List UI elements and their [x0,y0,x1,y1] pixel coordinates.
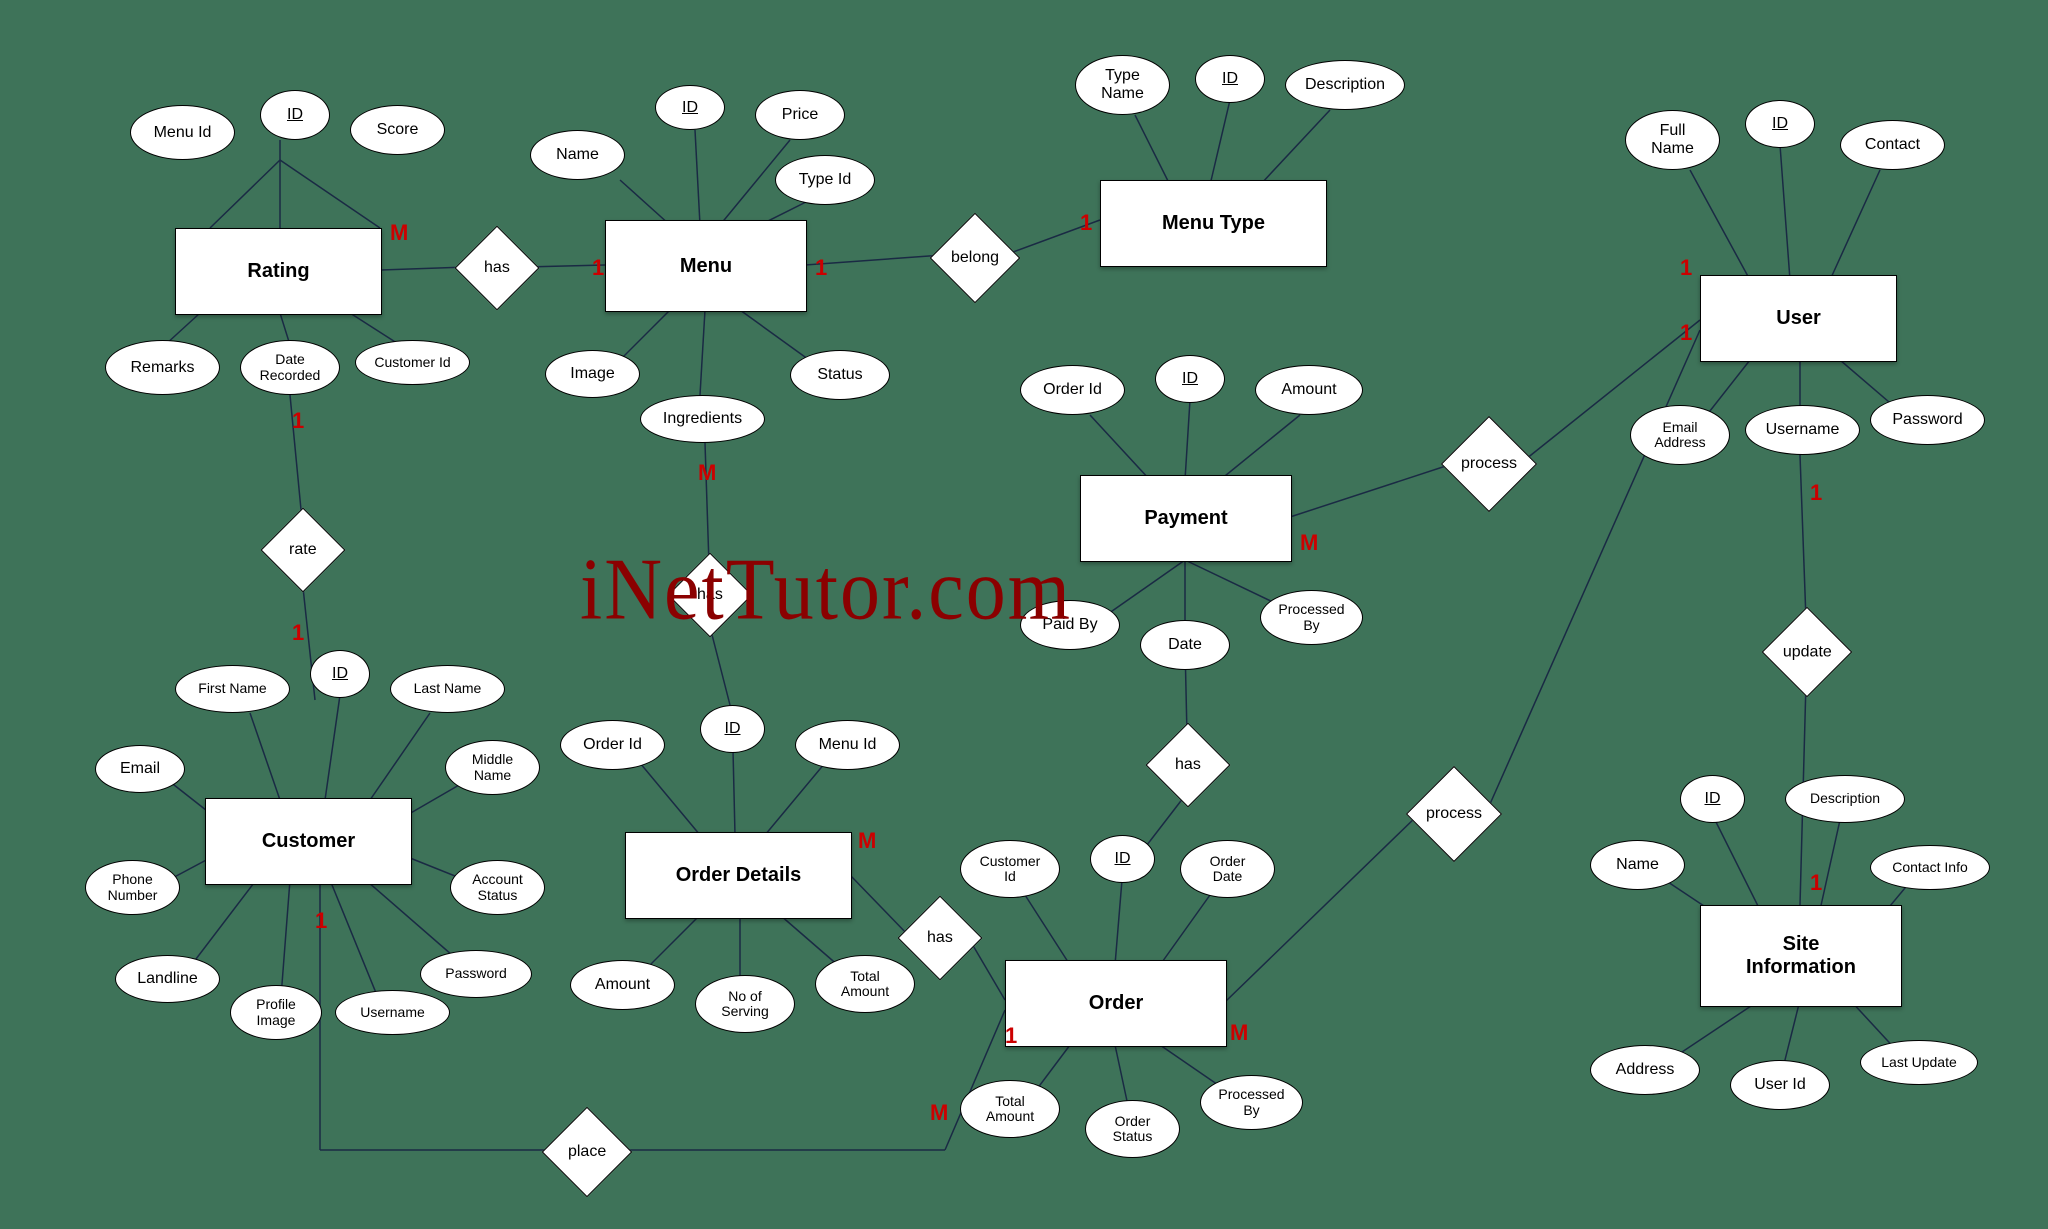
attr-order-1: ID [1090,835,1155,883]
entity-rating: Rating [175,228,382,315]
cardinality-5: 1 [292,620,304,646]
cardinality-4: 1 [292,408,304,434]
attr-menu-4: Image [545,350,640,398]
attr-rating-1: ID [260,90,330,140]
attr-orderdetails-5: TotalAmount [815,955,915,1013]
cardinality-12: 1 [315,908,327,934]
cardinality-15: M [1230,1020,1248,1046]
attr-payment-4: Date [1140,620,1230,670]
attr-orderdetails-1: ID [700,705,765,753]
attr-rating-3: Remarks [105,340,220,395]
attr-payment-0: Order Id [1020,365,1125,415]
attr-menu-0: Name [530,130,625,180]
attr-payment-2: Amount [1255,365,1363,415]
attr-user-1: ID [1745,100,1815,148]
attr-orderdetails-4: No ofServing [695,975,795,1033]
entity-payment: Payment [1080,475,1292,562]
attr-siteinfo-0: ID [1680,775,1745,823]
attr-rating-2: Score [350,105,445,155]
attr-menu-3: Type Id [775,155,875,205]
cardinality-11: 1 [1810,870,1822,896]
attr-orderdetails-0: Order Id [560,720,665,770]
attr-order-2: OrderDate [1180,840,1275,898]
attr-menutype-1: ID [1195,55,1265,103]
cardinality-16: M [930,1100,948,1126]
cardinality-2: 1 [815,255,827,281]
watermark: iNetTutor.com [580,540,1072,640]
entity-siteinfo: Site Information [1700,905,1902,1007]
attr-user-2: Contact [1840,120,1945,170]
attr-payment-1: ID [1155,355,1225,403]
attr-customer-0: First Name [175,665,290,713]
entity-menutype: Menu Type [1100,180,1327,267]
cardinality-14: 1 [1005,1023,1017,1049]
attr-menu-2: Price [755,90,845,140]
entity-menu: Menu [605,220,807,312]
attr-order-4: OrderStatus [1085,1100,1180,1158]
attr-customer-3: Email [95,745,185,793]
cardinality-1: 1 [592,255,604,281]
entity-orderdetails: Order Details [625,832,852,919]
attr-menutype-0: TypeName [1075,55,1170,115]
attr-siteinfo-1: Name [1590,840,1685,890]
attr-orderdetails-2: Menu Id [795,720,900,770]
attr-customer-4: MiddleName [445,740,540,795]
attr-orderdetails-3: Amount [570,960,675,1010]
attr-user-0: FullName [1625,110,1720,170]
attr-menu-1: ID [655,85,725,130]
attr-siteinfo-3: Contact Info [1870,845,1990,890]
cardinality-3: 1 [1080,210,1092,236]
cardinality-9: 1 [1680,320,1692,346]
attr-customer-2: Last Name [390,665,505,713]
attr-siteinfo-5: User Id [1730,1060,1830,1110]
attr-customer-7: Landline [115,955,220,1003]
cardinality-10: 1 [1810,480,1822,506]
attr-siteinfo-6: Last Update [1860,1040,1978,1085]
attr-user-5: Password [1870,395,1985,445]
attr-customer-10: Username [335,990,450,1035]
attr-customer-6: AccountStatus [450,860,545,915]
attr-customer-8: Password [420,950,532,998]
attr-menutype-2: Description [1285,60,1405,110]
attr-order-5: ProcessedBy [1200,1075,1303,1130]
entity-customer: Customer [205,798,412,885]
entity-user: User [1700,275,1897,362]
attr-order-3: TotalAmount [960,1080,1060,1138]
er-diagram: iNetTutor.com Rating Menu Menu Type User Pay… [0,0,2048,1229]
attr-siteinfo-2: Description [1785,775,1905,823]
cardinality-0: M [390,220,408,246]
attr-user-3: EmailAddress [1630,405,1730,465]
attr-customer-1: ID [310,650,370,698]
attr-rating-4: DateRecorded [240,340,340,395]
attr-rating-5: Customer Id [355,340,470,385]
attr-customer-9: ProfileImage [230,985,322,1040]
attr-payment-5: ProcessedBy [1260,590,1363,645]
attr-menu-5: Ingredients [640,395,765,443]
entity-order: Order [1005,960,1227,1047]
attr-menu-6: Status [790,350,890,400]
attr-order-0: CustomerId [960,840,1060,898]
attr-rating-0: Menu Id [130,105,235,160]
cardinality-8: 1 [1680,255,1692,281]
attr-user-4: Username [1745,405,1860,455]
attr-siteinfo-4: Address [1590,1045,1700,1095]
cardinality-13: M [858,828,876,854]
attr-customer-5: PhoneNumber [85,860,180,915]
cardinality-6: M [698,460,716,486]
cardinality-7: M [1300,530,1318,556]
